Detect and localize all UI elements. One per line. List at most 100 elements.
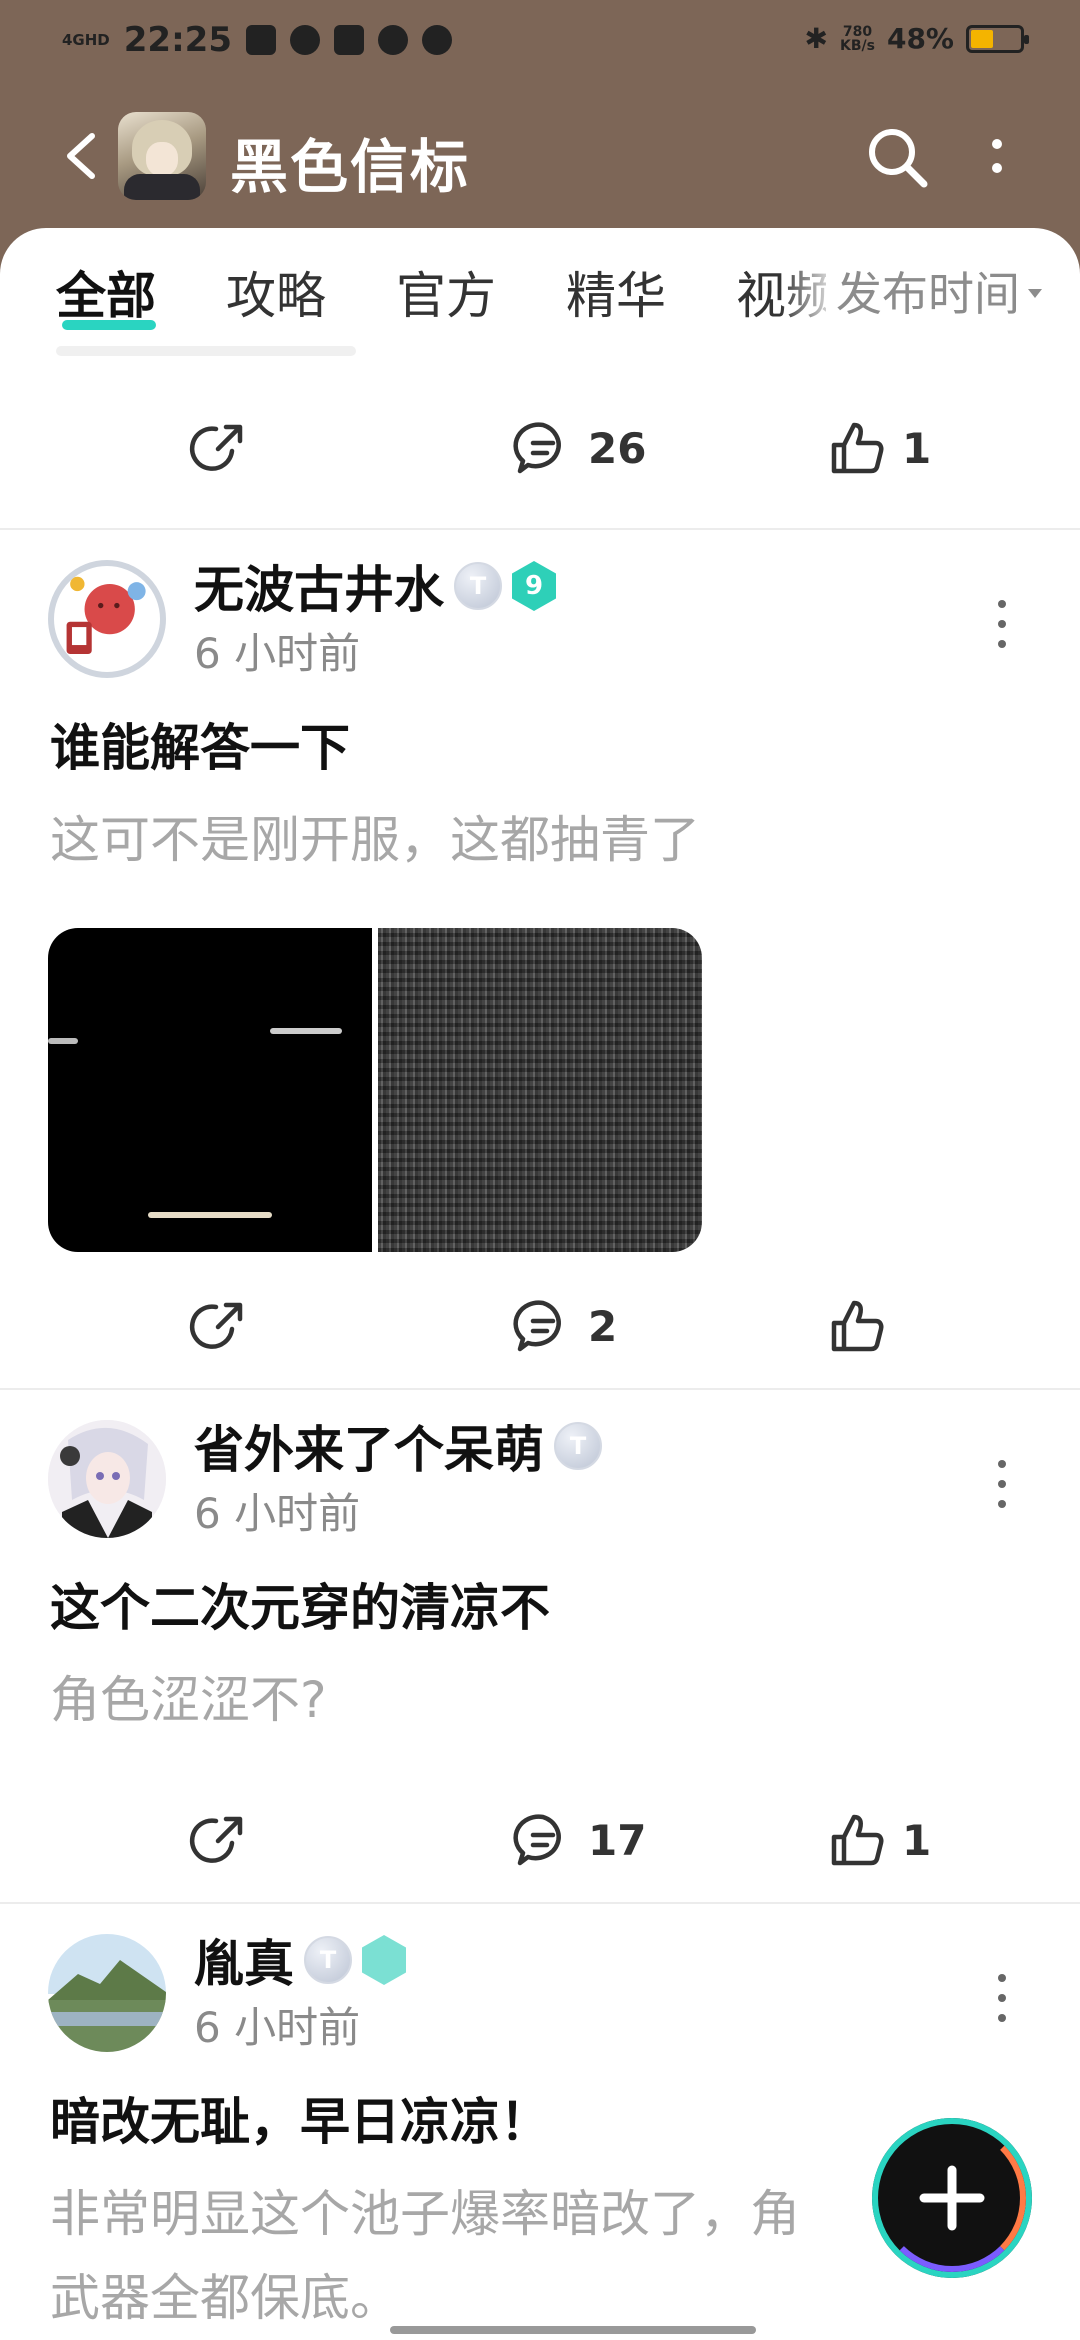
share-icon [189, 1302, 243, 1349]
comment-count: 26 [588, 423, 647, 473]
divider [0, 1902, 1080, 1904]
like-button[interactable]: 1 [826, 1800, 931, 1880]
content-sheet: 全部 攻略 官方 精华 视频 发布时间 26 1 [0, 228, 1080, 2340]
mail-icon [334, 25, 364, 55]
status-time: 22:25 [123, 20, 232, 60]
post-author[interactable]: 无波古井水 T 9 [194, 550, 556, 622]
caret-down-icon [1028, 288, 1042, 298]
battery-fill [971, 29, 993, 48]
share-button[interactable] [188, 408, 250, 488]
previous-post-remnant [56, 346, 356, 356]
more-vertical-icon[interactable] [992, 594, 1012, 654]
bluetooth-icon: ✱ [804, 22, 828, 55]
post-time: 6 小时前 [194, 1489, 361, 1538]
comment-icon [513, 422, 561, 474]
speed-unit: KB/s [840, 37, 875, 54]
avatar-image [48, 1420, 166, 1538]
battery-percent: 48% [886, 22, 954, 55]
image-detail [48, 1038, 78, 1044]
avatar-image [48, 1934, 166, 2052]
username-text: 省外来了个呆萌 [194, 1421, 544, 1479]
post-title[interactable]: 暗改无耻，早日凉凉！ [50, 2082, 550, 2154]
post-time: 6 小时前 [194, 2003, 361, 2052]
tab-bar: 全部 攻略 官方 精华 视频 发布时间 [0, 228, 1080, 358]
like-count: 1 [902, 423, 932, 473]
chat-icon [378, 25, 408, 55]
post-title[interactable]: 这个二次元穿的清凉不 [50, 1568, 550, 1640]
level-badge: 9 [512, 561, 556, 611]
title-badge: T [304, 1936, 352, 1984]
search-icon[interactable] [862, 122, 932, 192]
more-vertical-icon[interactable] [992, 1968, 1012, 2028]
tab-official[interactable]: 官方 [396, 256, 496, 328]
top-bar: 黑色信标 [0, 96, 1080, 216]
tab-guide[interactable]: 攻略 [226, 256, 326, 328]
post-time: 6 小时前 [194, 629, 361, 678]
tab-featured[interactable]: 精华 [566, 256, 666, 328]
post-actions: 2 [0, 1286, 1080, 1366]
post-image[interactable] [48, 928, 372, 1252]
comment-count: 17 [588, 1815, 647, 1865]
divider [0, 1388, 1080, 1390]
comment-button[interactable]: 17 [512, 1800, 646, 1880]
divider [0, 528, 1080, 530]
avatar-image [56, 568, 158, 670]
post-image[interactable] [378, 928, 702, 1252]
more-vertical-icon[interactable] [982, 126, 1012, 186]
chevron-left-icon[interactable] [56, 126, 106, 186]
bird-icon [290, 25, 320, 55]
post-card[interactable]: 无波古井水 T 9 6 小时前 谁能解答一下 这可不是刚开服，这都抽青了 [0, 538, 1080, 1252]
image-detail [270, 1028, 342, 1034]
avatar[interactable] [48, 560, 166, 678]
post-actions: 26 1 [0, 408, 1080, 488]
comment-icon [513, 1300, 561, 1352]
home-indicator[interactable] [390, 2326, 756, 2334]
post-actions: 17 1 [0, 1800, 1080, 1880]
avatar[interactable] [48, 1934, 166, 2052]
page-title: 黑色信标 [230, 133, 471, 201]
sort-label: 发布时间 [836, 267, 1020, 321]
like-button[interactable]: 1 [826, 408, 931, 488]
like-button[interactable] [826, 1286, 902, 1366]
username-text: 无波古井水 [194, 561, 444, 619]
comment-icon [513, 1814, 561, 1866]
post-author[interactable]: 省外来了个呆萌 T [194, 1410, 602, 1482]
battery-icon [966, 24, 1029, 53]
thumbs-up-icon [831, 1300, 884, 1352]
thumbs-up-icon [831, 422, 884, 474]
username-text: 胤真 [194, 1935, 294, 1993]
create-post-button[interactable] [872, 2118, 1032, 2278]
post-card[interactable]: 省外来了个呆萌 T 6 小时前 这个二次元穿的清凉不 角色涩涩不? [0, 1398, 1080, 1738]
post-excerpt[interactable]: 非常明显这个池子爆率暗改了，角 [50, 2174, 800, 2246]
fab-ring [878, 2124, 1026, 2272]
post-excerpt[interactable]: 这可不是刚开服，这都抽青了 [50, 800, 700, 872]
more-vertical-icon[interactable] [992, 1454, 1012, 1514]
tab-indicator [62, 320, 156, 330]
network-speed: 780 KB/s [840, 25, 875, 53]
share-icon [189, 424, 243, 471]
status-left: 4GHD 22:25 [62, 20, 452, 60]
share-icon [189, 1816, 243, 1863]
avatar[interactable] [48, 1420, 166, 1538]
shield-icon [422, 25, 452, 55]
thumbs-up-icon [831, 1814, 884, 1866]
share-button[interactable] [188, 1286, 250, 1366]
comment-button[interactable]: 26 [512, 408, 646, 488]
status-right: ✱ 780 KB/s 48% [804, 22, 1029, 55]
post-excerpt-continued[interactable]: 武器全都保底。 [50, 2258, 400, 2330]
title-badge: T [454, 562, 502, 610]
network-type: 4GHD [62, 31, 110, 49]
title-badge: T [554, 1422, 602, 1470]
sort-dropdown[interactable]: 发布时间 [826, 258, 1042, 324]
gem-badge-icon [362, 1935, 406, 1985]
comment-button[interactable]: 2 [512, 1286, 617, 1366]
image-detail [148, 1212, 272, 1218]
share-button[interactable] [188, 1800, 250, 1880]
post-excerpt[interactable]: 角色涩涩不? [50, 1660, 327, 1732]
comment-count: 2 [588, 1301, 618, 1351]
taobao-icon [246, 25, 276, 55]
post-author[interactable]: 胤真 T [194, 1924, 406, 1996]
tab-all[interactable]: 全部 [56, 256, 156, 328]
game-avatar[interactable] [118, 112, 206, 200]
post-title[interactable]: 谁能解答一下 [50, 708, 350, 780]
